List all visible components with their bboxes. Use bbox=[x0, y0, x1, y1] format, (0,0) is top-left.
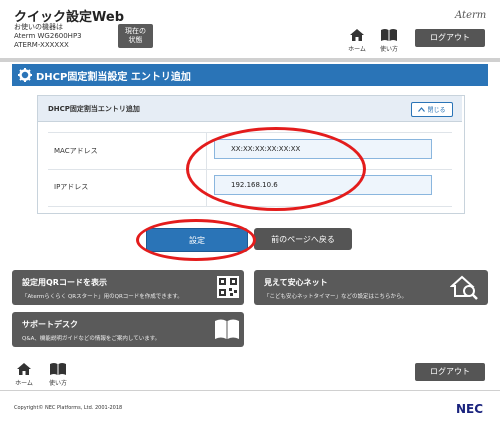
nec-logo: NEC bbox=[456, 402, 484, 416]
footer-home-label: ホーム bbox=[15, 380, 33, 387]
mac-address-field[interactable]: XX:XX:XX:XX:XX:XX bbox=[214, 139, 432, 159]
header-divider bbox=[0, 58, 500, 62]
home-icon bbox=[350, 29, 364, 41]
support-title: サポートデスク bbox=[22, 320, 78, 329]
panel-title: DHCP固定割当エントリ追加 bbox=[48, 105, 140, 113]
footer-howto-label: 使い方 bbox=[48, 380, 67, 387]
current-state-label-2: 状態 bbox=[128, 36, 143, 44]
set-button[interactable]: 設定 bbox=[146, 228, 248, 252]
device-caption: お使いの機器は bbox=[14, 23, 63, 31]
back-button[interactable]: 前のページへ戻る bbox=[254, 228, 352, 250]
house-search-icon bbox=[450, 275, 478, 300]
device-name: ATERM-XXXXXX bbox=[14, 41, 69, 49]
howto-button[interactable]: 使い方 bbox=[378, 28, 400, 53]
brand-logo: Aterm bbox=[455, 10, 487, 21]
safe-net-tile[interactable]: 見えて安心ネット 「こども安心ネットタイマー」などの設定はこちらから。 bbox=[254, 270, 488, 305]
chevron-up-icon bbox=[418, 107, 426, 112]
footer-logout-button[interactable]: ログアウト bbox=[415, 363, 485, 381]
book-icon bbox=[50, 363, 66, 375]
ip-address-field[interactable]: 192.168.10.6 bbox=[214, 175, 432, 195]
close-button[interactable]: 閉じる bbox=[411, 102, 453, 117]
row-column-divider bbox=[206, 132, 207, 206]
safe-net-desc: 「こども安心ネットタイマー」などの設定はこちらから。 bbox=[264, 294, 408, 300]
page-title-bar: DHCP固定割当設定 エントリ追加 bbox=[12, 64, 488, 86]
support-desc: Q&A、機能説明ガイドなどの情報をご案内しています。 bbox=[22, 336, 161, 342]
copyright-text: Copyright© NEC Platforms, Ltd. 2001-2018 bbox=[14, 405, 123, 411]
footer-howto-button[interactable]: 使い方 bbox=[47, 362, 69, 387]
footer-home-button[interactable]: ホーム bbox=[13, 362, 35, 387]
ip-label: IPアドレス bbox=[54, 183, 89, 191]
howto-label: 使い方 bbox=[379, 46, 398, 53]
qr-icon bbox=[217, 276, 239, 298]
mac-label: MACアドレス bbox=[54, 147, 98, 155]
qr-tile[interactable]: 設定用QRコードを表示 「Atermらくらく QRスタート」用のQRコードを作成… bbox=[12, 270, 244, 305]
gear-icon bbox=[18, 68, 32, 82]
home-icon bbox=[17, 363, 31, 375]
qr-tile-desc: 「Atermらくらく QRスタート」用のQRコードを作成できます。 bbox=[22, 294, 183, 300]
home-label: ホーム bbox=[348, 46, 366, 53]
page-title: DHCP固定割当設定 エントリ追加 bbox=[36, 71, 191, 83]
current-state-button[interactable]: 現在の 状態 bbox=[118, 24, 153, 48]
home-button[interactable]: ホーム bbox=[346, 28, 368, 53]
book-icon bbox=[381, 29, 397, 41]
close-label: 閉じる bbox=[427, 107, 446, 114]
qr-tile-title: 設定用QRコードを表示 bbox=[22, 278, 107, 287]
current-state-label-1: 現在の bbox=[125, 27, 146, 35]
logout-button[interactable]: ログアウト bbox=[415, 29, 485, 47]
footer-divider bbox=[0, 390, 500, 391]
support-tile[interactable]: サポートデスク Q&A、機能説明ガイドなどの情報をご案内しています。 bbox=[12, 312, 244, 347]
safe-net-title: 見えて安心ネット bbox=[264, 278, 328, 287]
device-model: Aterm WG2600HP3 bbox=[14, 32, 82, 40]
book-icon bbox=[215, 319, 239, 339]
